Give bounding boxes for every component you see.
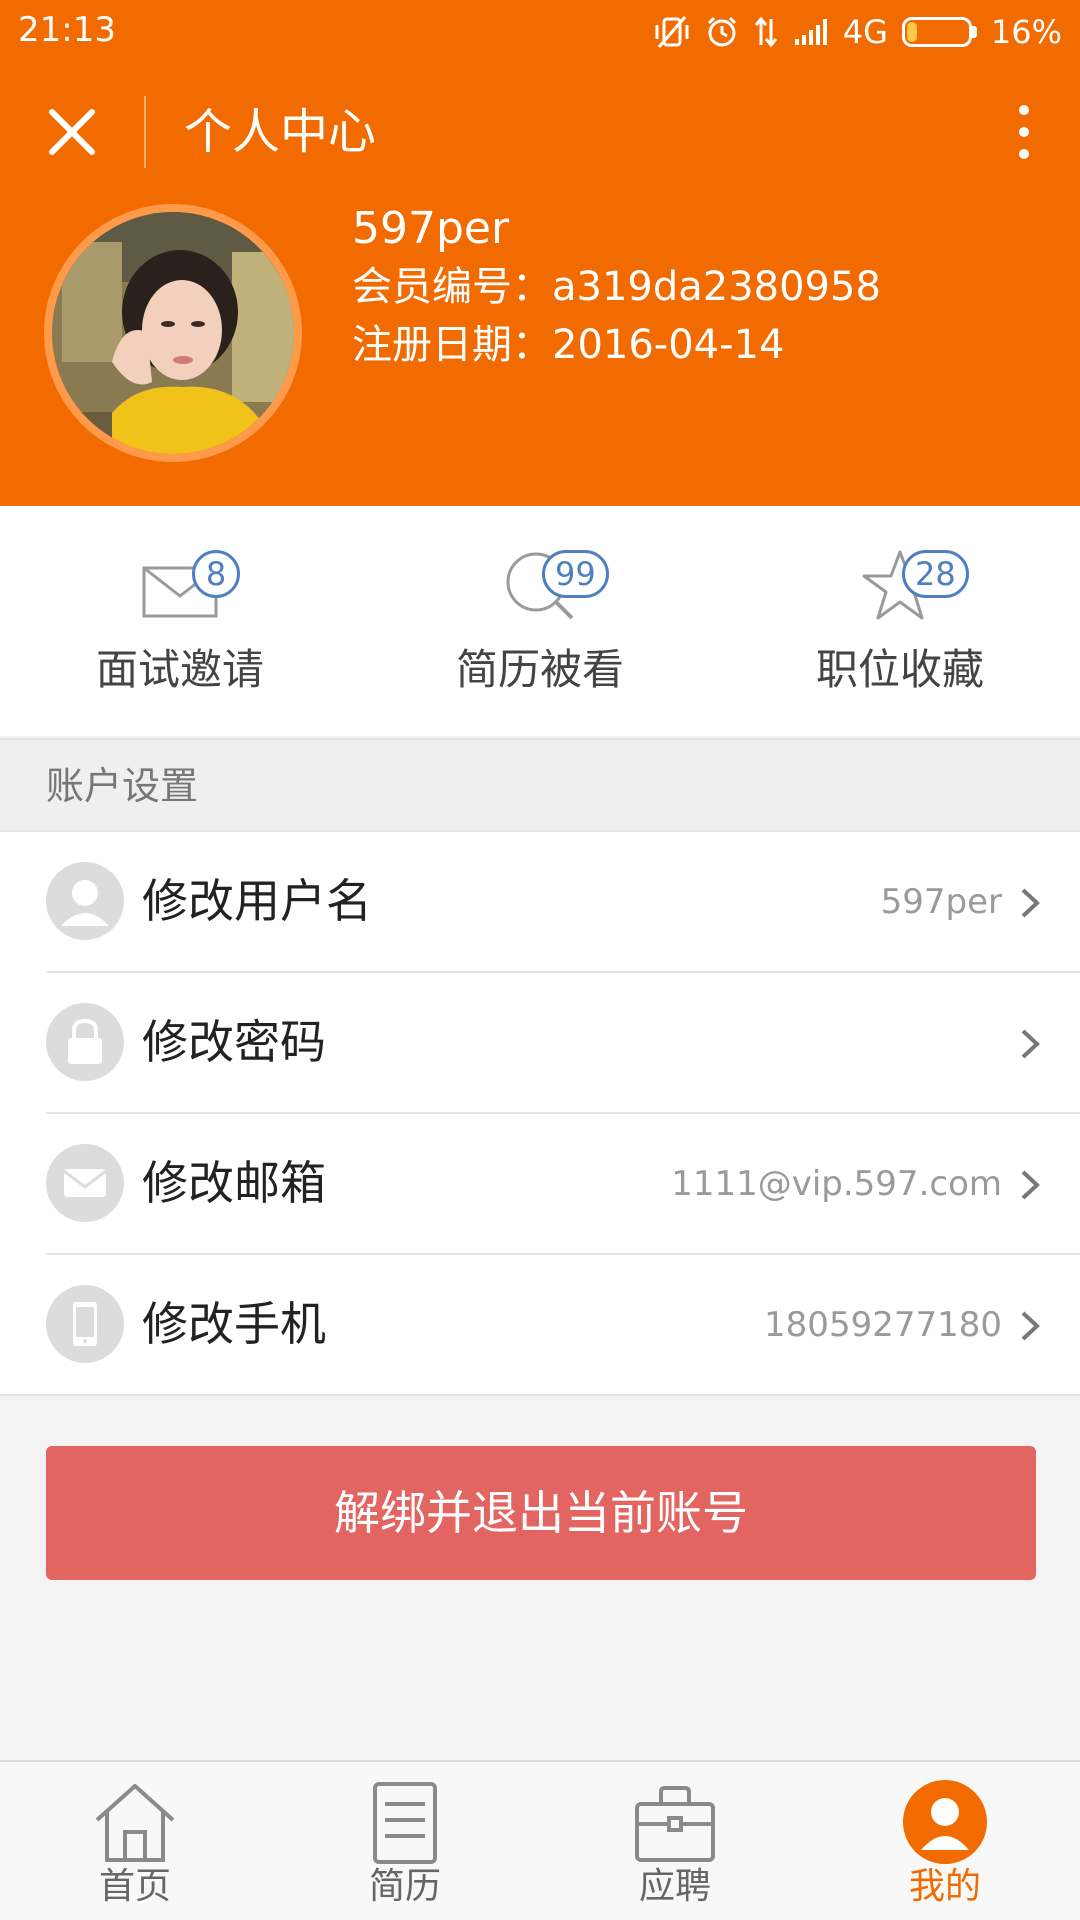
row-value: 597per bbox=[880, 882, 1002, 922]
row-label: 修改密码 bbox=[142, 1015, 326, 1069]
close-button[interactable] bbox=[40, 100, 104, 164]
tab-label: 应聘 bbox=[638, 1866, 711, 1907]
more-dot-icon bbox=[1019, 105, 1029, 115]
chevron-right-icon bbox=[1021, 1170, 1040, 1200]
stat-label: 简历被看 bbox=[455, 645, 624, 694]
user-icon bbox=[46, 862, 124, 940]
settings-list: 修改用户名 597per 修改密码 修改邮箱 1111@vip.597.com … bbox=[0, 832, 1080, 1396]
settings-row-email[interactable]: 修改邮箱 1111@vip.597.com bbox=[0, 1114, 1080, 1255]
briefcase-icon bbox=[635, 1786, 715, 1862]
more-options-button[interactable] bbox=[992, 100, 1056, 164]
status-icons: 4G 16% bbox=[653, 10, 1062, 54]
member-id: 会员编号：a319da2380958 bbox=[352, 264, 881, 310]
settings-row-password[interactable]: 修改密码 bbox=[0, 973, 1080, 1114]
section-title: 账户设置 bbox=[46, 764, 199, 808]
app-bar: 个人中心 bbox=[0, 80, 1080, 184]
vibrate-off-icon bbox=[655, 16, 689, 48]
more-dot-icon bbox=[1019, 149, 1029, 159]
tab-mine[interactable]: 我的 bbox=[810, 1762, 1080, 1920]
tab-resume[interactable]: 简历 bbox=[270, 1762, 540, 1920]
chevron-right-icon bbox=[1021, 1029, 1040, 1059]
tab-home[interactable]: 首页 bbox=[0, 1762, 270, 1920]
battery-icon bbox=[901, 17, 977, 47]
status-bar: 21:13 4G 16% bbox=[0, 0, 1080, 64]
avatar-photo bbox=[52, 212, 294, 454]
app-root: 21:13 4G 16% 个人中心 597per 会员编号：a319da2380… bbox=[0, 0, 1080, 1920]
content-spacer bbox=[0, 1622, 1080, 1760]
settings-row-phone[interactable]: 修改手机 18059277180 bbox=[0, 1255, 1080, 1396]
page-title: 个人中心 bbox=[184, 104, 377, 160]
settings-row-username[interactable]: 修改用户名 597per bbox=[0, 832, 1080, 973]
close-icon bbox=[49, 109, 95, 155]
signal-icon bbox=[794, 19, 827, 45]
stat-label: 职位收藏 bbox=[815, 645, 984, 694]
chevron-right-icon bbox=[1021, 1311, 1040, 1341]
profile-icon bbox=[903, 1780, 987, 1864]
stat-badge: 8 bbox=[192, 550, 240, 598]
row-value: 18059277180 bbox=[764, 1305, 1002, 1345]
stat-badge: 99 bbox=[542, 550, 609, 598]
register-date: 注册日期：2016-04-14 bbox=[352, 322, 785, 368]
avatar-image bbox=[52, 212, 294, 454]
appbar-divider bbox=[144, 96, 146, 168]
row-label: 修改手机 bbox=[142, 1297, 326, 1351]
unbind-logout-button[interactable]: 解绑并退出当前账号 bbox=[46, 1446, 1036, 1580]
home-icon bbox=[95, 1784, 175, 1862]
lock-icon bbox=[46, 1003, 124, 1081]
avatar[interactable] bbox=[44, 204, 302, 462]
profile-info: 597per 会员编号：a319da2380958 注册日期：2016-04-1… bbox=[352, 200, 881, 374]
stat-interview-invites[interactable]: 8 面试邀请 bbox=[0, 506, 360, 736]
stat-badge: 28 bbox=[902, 550, 969, 598]
bottom-tab-bar: 首页 简历 应聘 我的 bbox=[0, 1760, 1080, 1920]
stat-label: 面试邀请 bbox=[95, 645, 264, 694]
tab-apply[interactable]: 应聘 bbox=[540, 1762, 810, 1920]
tab-label: 首页 bbox=[98, 1866, 171, 1907]
mail-icon bbox=[46, 1144, 124, 1222]
status-time: 21:13 bbox=[18, 10, 116, 50]
chevron-right-icon bbox=[1021, 888, 1040, 918]
alarm-icon bbox=[707, 16, 736, 47]
row-label: 修改用户名 bbox=[142, 874, 372, 928]
stats-bar: 8 面试邀请 99 简历被看 28 职位收藏 bbox=[0, 506, 1080, 736]
account-settings-header: 账户设置 bbox=[0, 738, 1080, 832]
phone-icon bbox=[46, 1285, 124, 1363]
battery-percent: 16% bbox=[990, 13, 1062, 51]
row-value: 1111@vip.597.com bbox=[671, 1164, 1002, 1204]
profile-header: 21:13 4G 16% 个人中心 597per 会员编号：a319da2380… bbox=[0, 0, 1080, 506]
tab-label: 我的 bbox=[908, 1866, 981, 1907]
network-type: 4G bbox=[842, 13, 888, 51]
row-label: 修改邮箱 bbox=[142, 1156, 326, 1210]
username: 597per bbox=[352, 203, 510, 254]
data-transfer-icon bbox=[754, 16, 777, 48]
more-dot-icon bbox=[1019, 127, 1029, 137]
stat-resume-views[interactable]: 99 简历被看 bbox=[360, 506, 720, 736]
resume-icon bbox=[373, 1782, 437, 1864]
tab-label: 简历 bbox=[368, 1866, 441, 1907]
stat-job-favorites[interactable]: 28 职位收藏 bbox=[720, 506, 1080, 736]
